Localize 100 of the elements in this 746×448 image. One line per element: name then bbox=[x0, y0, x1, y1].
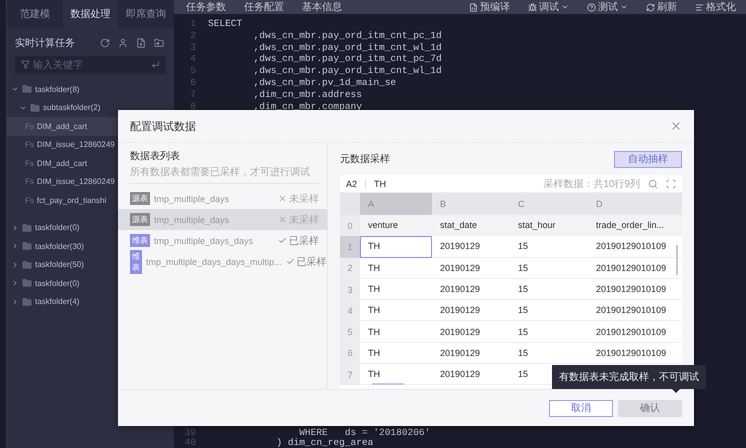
tree-item-label: DIM_add_cart bbox=[36, 122, 88, 131]
cancel-button[interactable]: 取消 bbox=[549, 400, 613, 416]
editor-tab[interactable]: 任务参数 bbox=[186, 0, 226, 14]
hint-text: 所有数据表都需要已采样，才可进行调试 bbox=[130, 166, 310, 179]
folder-item[interactable]: taskfolder(4) bbox=[7, 292, 174, 311]
tree-item-label: taskfolder(30) bbox=[35, 242, 84, 251]
toolbar-action[interactable]: 刷新 bbox=[646, 0, 677, 14]
toolbar-action[interactable]: 调试 bbox=[528, 0, 569, 14]
table-type-tag: 源表 bbox=[130, 192, 150, 205]
tree-item-label: DIM_add_cart bbox=[36, 158, 88, 168]
chevron-right-icon bbox=[11, 260, 19, 269]
line-number: 6 bbox=[189, 76, 197, 89]
line-number: 40 bbox=[184, 438, 197, 448]
table-cell: 20190129 bbox=[432, 258, 510, 279]
folder-icon[interactable] bbox=[154, 38, 164, 48]
sidebar-tab[interactable]: 数据处理 bbox=[62, 0, 118, 28]
sample-status: 未采样 bbox=[278, 212, 319, 226]
folder-item[interactable]: taskfolder(0) bbox=[7, 274, 174, 292]
caret-icon bbox=[561, 3, 569, 11]
chevron-right-icon bbox=[11, 242, 19, 250]
tree-item-label: DIM_issue_12860249 bbox=[36, 140, 115, 150]
folder-icon bbox=[22, 241, 32, 252]
tree-item-label: subtaskfolder(2) bbox=[43, 103, 100, 112]
folder-item[interactable]: taskfolder(8) bbox=[7, 80, 174, 98]
sample-summary: 采样数据：共10行9列 bbox=[543, 178, 640, 190]
refresh-icon bbox=[646, 2, 655, 12]
line-number: 2 bbox=[189, 30, 197, 42]
folder-icon bbox=[22, 296, 32, 307]
chevron-right-icon bbox=[11, 224, 19, 232]
code-line: SELECT bbox=[207, 18, 242, 30]
folder-icon bbox=[22, 222, 32, 233]
tree-item-label: taskfolder(8) bbox=[35, 84, 80, 94]
code-line: ) dim_cn_reg_area bbox=[275, 438, 374, 448]
search-field[interactable]: 输入关键字 bbox=[15, 56, 166, 74]
folder-icon bbox=[30, 102, 40, 113]
table-name: tmp_multiple_days bbox=[154, 214, 230, 224]
refresh-icon[interactable] bbox=[100, 38, 110, 48]
table-list-item[interactable]: 源表 tmp_multiple_days 未采样 bbox=[118, 188, 327, 209]
search-icon[interactable] bbox=[648, 178, 658, 188]
tree-item-label: taskfolder(50) bbox=[35, 260, 84, 270]
editor-tab[interactable]: 任务配置 bbox=[244, 0, 284, 14]
chevron-right-icon bbox=[11, 298, 19, 306]
folder-icon bbox=[22, 278, 32, 288]
line-number: 4 bbox=[189, 53, 197, 66]
table-list-item[interactable]: 源表 tmp_multiple_days 未采样 bbox=[118, 209, 327, 230]
table-list-item[interactable]: 维表 tmp_multiple_days_days 已采样 bbox=[118, 230, 327, 251]
code-line: WHERE ds = '20180206' bbox=[298, 428, 430, 438]
file-type-label: Fs bbox=[25, 196, 34, 205]
caret-icon bbox=[620, 3, 628, 11]
sample-status: 已采样 bbox=[278, 234, 319, 248]
table-cell: 15 bbox=[510, 258, 588, 279]
table-name: tmp_multiple_days_days_multip... bbox=[146, 256, 282, 266]
toolbar-action[interactable]: 格式化 bbox=[695, 0, 736, 14]
code-line: ,dws_cn_mbr.pay_ord_itm_cnt_wl_1d bbox=[252, 42, 442, 54]
chevron-right-icon bbox=[11, 279, 19, 288]
file-type-label: Fs bbox=[25, 177, 34, 186]
expand-icon[interactable] bbox=[666, 178, 676, 188]
field-name-cell: trade_order_lin... bbox=[588, 215, 682, 236]
auto-sample-button[interactable]: 自动抽样 bbox=[614, 150, 682, 168]
check-icon bbox=[286, 257, 295, 266]
sample-status: 已采样 bbox=[286, 254, 327, 268]
user-icon[interactable] bbox=[118, 38, 128, 48]
new-file-icon[interactable] bbox=[136, 38, 146, 48]
line-number: 5 bbox=[189, 65, 197, 77]
table-type-tag: 维表 bbox=[130, 234, 150, 247]
file-type-label: Fs bbox=[25, 158, 34, 168]
line-number: 39 bbox=[184, 428, 197, 438]
table-type-tag: 维表 bbox=[130, 250, 142, 274]
table-name: tmp_multiple_days bbox=[154, 194, 230, 204]
filter-icon bbox=[21, 60, 30, 69]
table-type-tag: 源表 bbox=[130, 213, 150, 226]
code-line: ,dws_cn_mbr.pay_ord_itm_cnt_pc_7d bbox=[252, 53, 442, 66]
field-name-cell: stat_hour bbox=[510, 215, 588, 236]
sidebar-tab[interactable]: 即席查询 bbox=[118, 0, 174, 28]
table-cell: TH bbox=[360, 258, 432, 279]
line-number: 8 bbox=[189, 100, 197, 112]
tree-item-label: taskfolder(0) bbox=[35, 278, 80, 288]
line-number: 3 bbox=[189, 42, 197, 54]
toolbar-action[interactable]: 测试 bbox=[587, 0, 628, 14]
table-name: tmp_multiple_days_days bbox=[154, 236, 254, 246]
code-line: ,dim_cn_mbr.address bbox=[252, 88, 362, 101]
cross-icon bbox=[278, 215, 287, 224]
debug-icon bbox=[528, 2, 537, 12]
table-cell: TH bbox=[360, 236, 432, 258]
tree-item-label: fct_pay_ord_tianshi bbox=[36, 196, 106, 205]
code-line: ,dws_cn_mbr.pv_1d_main_se bbox=[252, 76, 396, 89]
cell-reference: A2 bbox=[346, 178, 366, 188]
field-name-cell: venture bbox=[360, 215, 432, 236]
tree-item-label: DIM_issue_12860249 bbox=[36, 177, 115, 186]
folder-item[interactable]: subtaskfolder(2) bbox=[7, 98, 174, 117]
editor-tab[interactable]: 基本信息 bbox=[302, 0, 342, 14]
cross-icon bbox=[278, 194, 287, 203]
format-icon bbox=[695, 2, 704, 12]
field-name-cell: stat_date bbox=[432, 215, 510, 236]
toolbar-action[interactable]: 预编译 bbox=[469, 0, 510, 14]
panel-title: 实时计算任务 bbox=[15, 36, 75, 50]
tree-item-label: taskfolder(4) bbox=[35, 297, 80, 306]
close-icon[interactable] bbox=[670, 120, 682, 132]
section-title: 元数据采样 bbox=[340, 152, 390, 166]
sidebar-tab[interactable]: 范建模 bbox=[7, 0, 63, 28]
